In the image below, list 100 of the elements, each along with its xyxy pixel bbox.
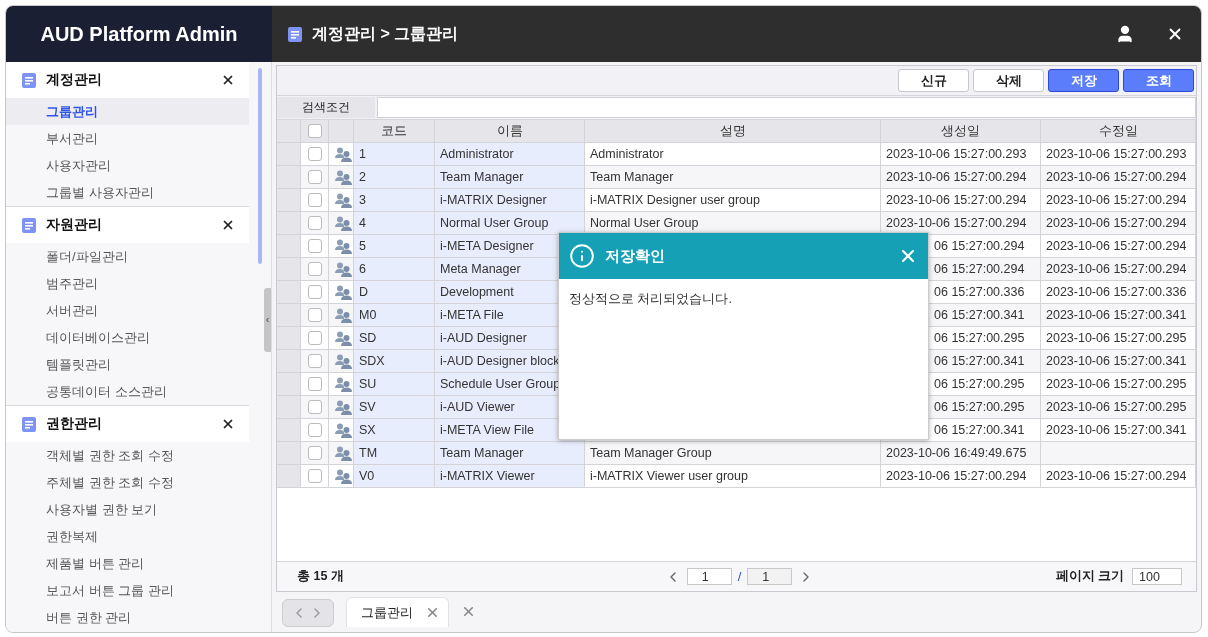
toolbar-button[interactable]: 신규 (898, 69, 969, 92)
page-count-field[interactable]: 1 (747, 568, 793, 585)
table-cell: D (354, 281, 435, 304)
column-header[interactable]: 수정일 (1041, 120, 1196, 143)
page-size-field[interactable]: 100 (1132, 568, 1182, 585)
row-header[interactable] (277, 396, 301, 419)
row-checkbox[interactable] (307, 239, 322, 253)
row-checkbox[interactable] (307, 170, 322, 184)
users-icon (334, 284, 353, 300)
row-checkbox[interactable] (307, 285, 322, 299)
table-cell: V0 (354, 465, 435, 488)
scrollbar-thumb[interactable] (258, 68, 263, 264)
column-header[interactable]: 코드 (354, 120, 435, 143)
table-cell: SU (354, 373, 435, 396)
users-icon (334, 353, 353, 369)
table-cell: 5 (354, 235, 435, 258)
row-checkbox[interactable] (307, 308, 322, 322)
sidebar-item[interactable]: 보고서 버튼 그룹 관리 (6, 577, 250, 604)
sidebar-item[interactable]: 그룹관리 (6, 98, 250, 125)
toolbar-button[interactable]: 조회 (1123, 69, 1194, 92)
users-icon (334, 422, 353, 438)
users-icon (334, 445, 353, 461)
sidebar-item[interactable]: 그룹별 사용자관리 (6, 179, 250, 206)
table-cell: Normal User Group (435, 212, 585, 235)
table-cell: 2023-10-06 15:27:00.294 (881, 212, 1041, 235)
collapse-handle[interactable] (264, 288, 271, 352)
sidebar-item[interactable]: 주체별 권한 조회 수정 (6, 469, 250, 496)
column-header[interactable]: 설명 (585, 120, 881, 143)
row-checkbox[interactable] (307, 423, 322, 437)
sidebar-item[interactable]: 제품별 버튼 관리 (6, 550, 250, 577)
row-checkbox[interactable] (307, 193, 322, 207)
row-checkbox[interactable] (307, 354, 322, 368)
breadcrumb: 계정관리 > 그룹관리 (312, 23, 460, 44)
table-cell: i-MATRIX Viewer user group (585, 465, 881, 488)
row-checkbox[interactable] (307, 400, 322, 414)
sidebar-group-title: 자원관리 (46, 216, 103, 234)
sidebar-item[interactable]: 권한복제 (6, 523, 250, 550)
table-cell: SV (354, 396, 435, 419)
page-field[interactable]: 1 (686, 568, 732, 585)
row-checkbox[interactable] (307, 216, 322, 230)
sidebar-item[interactable]: 템플릿관리 (6, 351, 250, 378)
tab-label: 그룹관리 (361, 603, 413, 622)
sidebar-item[interactable]: 객체별 권한 조회 수정 (6, 442, 250, 469)
sidebar-group-header[interactable]: 자원관리 (6, 206, 250, 243)
table-cell: 2023-10-06 15:27:00.294 (1041, 189, 1196, 212)
table-cell: 2023-10-06 15:27:00.341 (1041, 304, 1196, 327)
users-icon (334, 399, 353, 415)
row-header[interactable] (277, 304, 301, 327)
row-checkbox[interactable] (307, 377, 322, 391)
sidebar-item[interactable]: 공통데이터 소스관리 (6, 378, 250, 405)
row-header[interactable] (277, 419, 301, 442)
row-header[interactable] (277, 166, 301, 189)
select-all-checkbox[interactable] (307, 124, 322, 138)
column-header[interactable]: 이름 (435, 120, 585, 143)
row-checkbox[interactable] (307, 331, 322, 345)
sidebar-item[interactable]: 버튼 권한 관리 (6, 604, 250, 631)
sidebar-item[interactable]: 폴더/파일관리 (6, 243, 250, 270)
toolbar-button[interactable]: 삭제 (973, 69, 1044, 92)
sidebar-item[interactable]: 서버관리 (6, 297, 250, 324)
row-checkbox[interactable] (307, 446, 322, 460)
row-header[interactable] (277, 442, 301, 465)
tab-scroll-button[interactable] (282, 599, 334, 627)
table-cell: SDX (354, 350, 435, 373)
row-header[interactable] (277, 189, 301, 212)
sidebar-group-header[interactable]: 권한관리 (6, 405, 250, 442)
toolbar-button[interactable]: 저장 (1048, 69, 1119, 92)
row-header[interactable] (277, 235, 301, 258)
sidebar-group-header[interactable]: 계정관리 (6, 62, 250, 98)
document-icon (288, 26, 302, 42)
app-title: AUD Platform Admin (6, 6, 272, 62)
sidebar-item[interactable]: 사용자별 권한 보기 (6, 496, 250, 523)
row-header[interactable] (277, 143, 301, 166)
table-cell: 2023-10-06 15:27:00.294 (1041, 465, 1196, 488)
row-checkbox[interactable] (307, 262, 322, 276)
tab[interactable]: 그룹관리 (346, 597, 449, 627)
sidebar-item[interactable]: 데이터베이스관리 (6, 324, 250, 351)
table-cell: M0 (354, 304, 435, 327)
table-cell: 2023-10-06 16:49:49.675 (881, 442, 1041, 465)
table-cell: 2023-10-06 15:27:00.336 (1041, 281, 1196, 304)
table-cell: 2023-10-06 15:27:00.295 (1041, 327, 1196, 350)
row-checkbox[interactable] (307, 469, 322, 483)
sidebar-item[interactable]: 부서관리 (6, 125, 250, 152)
row-header[interactable] (277, 465, 301, 488)
table-cell: Administrator (585, 143, 881, 166)
search-field[interactable] (377, 97, 1196, 118)
sidebar-group-title: 계정관리 (46, 71, 103, 89)
row-header[interactable] (277, 373, 301, 396)
sidebar-item[interactable]: 범주관리 (6, 270, 250, 297)
users-icon (334, 468, 353, 484)
document-icon (22, 217, 36, 233)
user-icon[interactable] (1115, 24, 1135, 44)
row-checkbox[interactable] (307, 147, 322, 161)
row-header[interactable] (277, 212, 301, 235)
sidebar-item[interactable]: 사용자관리 (6, 152, 250, 179)
row-header[interactable] (277, 327, 301, 350)
row-header[interactable] (277, 281, 301, 304)
table-cell: SX (354, 419, 435, 442)
row-header[interactable] (277, 258, 301, 281)
row-header[interactable] (277, 350, 301, 373)
column-header[interactable]: 생성일 (881, 120, 1041, 143)
